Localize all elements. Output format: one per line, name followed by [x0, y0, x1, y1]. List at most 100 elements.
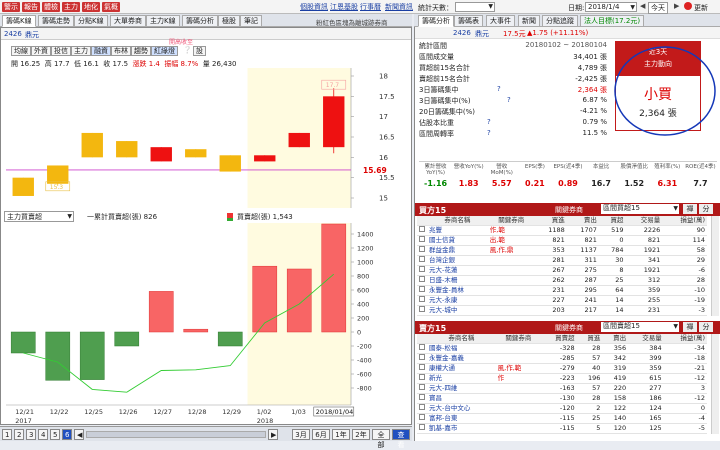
row-checkbox[interactable]	[417, 373, 427, 384]
next-day-icon[interactable]: ▶	[674, 2, 679, 10]
main-force-chart[interactable]: 1400 1200 1000 800 600 400 200 0 -200 -400 -600 -80…	[1, 223, 411, 425]
refresh-label[interactable]: 更新	[694, 3, 708, 13]
scroll-left-icon[interactable]: ◀	[74, 429, 84, 440]
sell-scrollbar[interactable]	[711, 334, 719, 434]
table-row[interactable]: 兆豐 作,範 1188 1707 519 2226 90	[417, 225, 707, 236]
price-chart[interactable]: 18 17.5 17 16.5 16 15.5 15 15.69 15.3 17.7	[1, 68, 411, 208]
geo-button[interactable]: 地化	[82, 2, 100, 12]
table-row[interactable]: 寶昌 -130 28 158 186 -12	[417, 393, 707, 404]
table-row[interactable]: 富邦-台東 -115 25 140 165 -4	[417, 413, 707, 424]
ma-button[interactable]: 均線	[11, 46, 31, 56]
trend-button[interactable]: 趨勢	[131, 46, 151, 56]
warning-button[interactable]: 警示	[2, 2, 20, 12]
main-force-button[interactable]: 主力	[62, 2, 80, 12]
margin-button[interactable]: 融資	[91, 46, 111, 56]
calendar-link[interactable]: 行事曆	[360, 2, 381, 12]
gann-link[interactable]: 江恩基股	[330, 2, 358, 12]
tab-branch-kline[interactable]: 分點K線	[74, 15, 108, 27]
view-button[interactable]: 查看	[392, 429, 410, 449]
tab-chip-trend[interactable]: 籌碼走勢	[38, 15, 74, 27]
row-checkbox[interactable]	[417, 343, 427, 354]
page-6[interactable]: 6	[62, 429, 72, 440]
row-checkbox[interactable]	[417, 245, 427, 256]
row-checkbox[interactable]	[417, 275, 427, 286]
page-3[interactable]: 3	[26, 429, 36, 440]
trust-button[interactable]: 投信	[51, 46, 71, 56]
today-button[interactable]: 今天	[648, 2, 668, 14]
traffic-light-button[interactable]: 紅綠燈	[151, 46, 178, 56]
sell-split-button[interactable]: 分	[699, 322, 713, 332]
settings-button[interactable]: 設	[193, 46, 206, 56]
table-row[interactable]: 凱基-嘉市 -115 5 120 125 -5	[417, 423, 707, 434]
main-button[interactable]: 主力	[71, 46, 91, 56]
table-row[interactable]: 永豐金-員林 231 295 64 359 -10	[417, 285, 707, 296]
tab-chip-table[interactable]: 籌碼表	[454, 15, 483, 27]
row-checkbox[interactable]	[417, 295, 427, 306]
range-2y[interactable]: 2年	[352, 429, 370, 440]
checkup-button[interactable]: 體檢	[42, 2, 60, 12]
tab-chip-analysis-right[interactable]: 籌碼分析	[418, 15, 454, 27]
help-icon[interactable]: ?	[487, 118, 491, 126]
tab-chip-analysis[interactable]: 籌碼分析	[182, 15, 218, 27]
tab-main-kline[interactable]: 主力K線	[146, 15, 180, 27]
table-row[interactable]: 日盛-木柵 262 287 25 312 28	[417, 275, 707, 286]
table-row[interactable]: 台灣企銀 281 311 30 341 29	[417, 255, 707, 266]
range-3m[interactable]: 3月	[292, 429, 310, 440]
stats-days-select[interactable]: ▼	[455, 2, 495, 12]
tab-big-broker[interactable]: 大單券商	[110, 15, 146, 27]
row-checkbox[interactable]	[417, 353, 427, 364]
overview-button[interactable]: 氣概	[102, 2, 120, 12]
table-row[interactable]: 元大-台中文心 -120 2 122 124 0	[417, 403, 707, 414]
page-1[interactable]: 1	[2, 429, 12, 440]
sell-detail-button[interactable]: 禪	[683, 322, 697, 332]
page-4[interactable]: 4	[38, 429, 48, 440]
foreign-button[interactable]: 外資	[31, 46, 51, 56]
table-row[interactable]: 元大-花蓮 267 275 8 1921 -6	[417, 265, 707, 276]
page-2[interactable]: 2	[14, 429, 24, 440]
tab-notes[interactable]: 筆記	[240, 15, 262, 27]
scrollbar[interactable]	[86, 431, 266, 438]
indicator-select[interactable]: 主力買賣超 ▼	[4, 211, 74, 222]
row-checkbox[interactable]	[417, 423, 427, 434]
row-checkbox[interactable]	[417, 363, 427, 374]
news-link[interactable]: 新聞資訊	[385, 2, 413, 12]
row-checkbox[interactable]	[417, 225, 427, 236]
help-icon[interactable]: ?	[507, 96, 511, 104]
buy-detail-button[interactable]: 禪	[683, 204, 697, 214]
page-5[interactable]: 5	[50, 429, 60, 440]
tab-chip-kline[interactable]: 籌碼K線	[2, 15, 36, 27]
buy-split-button[interactable]: 分	[699, 204, 713, 214]
table-row[interactable]: 國泰-松福 -328 28 356 384 -34	[417, 343, 707, 354]
table-row[interactable]: 元大-四維 -163 57 220 277 3	[417, 383, 707, 394]
prev-day-icon[interactable]: ◀	[640, 2, 645, 10]
row-checkbox[interactable]	[417, 265, 427, 276]
range-1y[interactable]: 1年	[332, 429, 350, 440]
bollinger-button[interactable]: 布林	[111, 46, 131, 56]
range-all[interactable]: 全部	[372, 429, 390, 449]
row-checkbox[interactable]	[417, 403, 427, 414]
scroll-right-icon[interactable]: ▶	[268, 429, 278, 440]
date-input[interactable]: 2018/1/4 ▼	[585, 2, 637, 12]
row-checkbox[interactable]	[417, 383, 427, 394]
table-row[interactable]: 國士信貸 出,範 821 821 0 821 114	[417, 235, 707, 246]
table-row[interactable]: 新光作 -223 196 419 615 -12	[417, 373, 707, 384]
buy-range-select[interactable]: 區間買超15 ▼	[601, 204, 679, 214]
help-icon[interactable]: ?	[487, 129, 491, 137]
row-checkbox[interactable]	[417, 413, 427, 424]
row-checkbox[interactable]	[417, 235, 427, 246]
tab-news[interactable]: 新聞	[518, 15, 540, 27]
report-button[interactable]: 報告	[22, 2, 40, 12]
table-row[interactable]: 元大-城中 203 217 14 231 -3	[417, 305, 707, 316]
tab-branch-track[interactable]: 分點追蹤	[542, 15, 578, 27]
stock-info-link[interactable]: 個股資訊	[300, 2, 328, 12]
row-checkbox[interactable]	[417, 285, 427, 296]
tab-stock[interactable]: 極股	[218, 15, 240, 27]
row-checkbox[interactable]	[417, 393, 427, 404]
table-row[interactable]: 永豐金-嘉義 -285 57 342 399 -18	[417, 353, 707, 364]
tab-target-price[interactable]: 法人目標(17.2元)	[580, 15, 645, 27]
help-icon[interactable]: ?	[497, 85, 501, 93]
buy-scrollbar[interactable]	[711, 216, 719, 316]
row-checkbox[interactable]	[417, 255, 427, 266]
table-row[interactable]: 元大-永康 227 241 14 255 -19	[417, 295, 707, 306]
table-row[interactable]: 康權大通 風,作,範 -279 40 319 359 -21	[417, 363, 707, 374]
